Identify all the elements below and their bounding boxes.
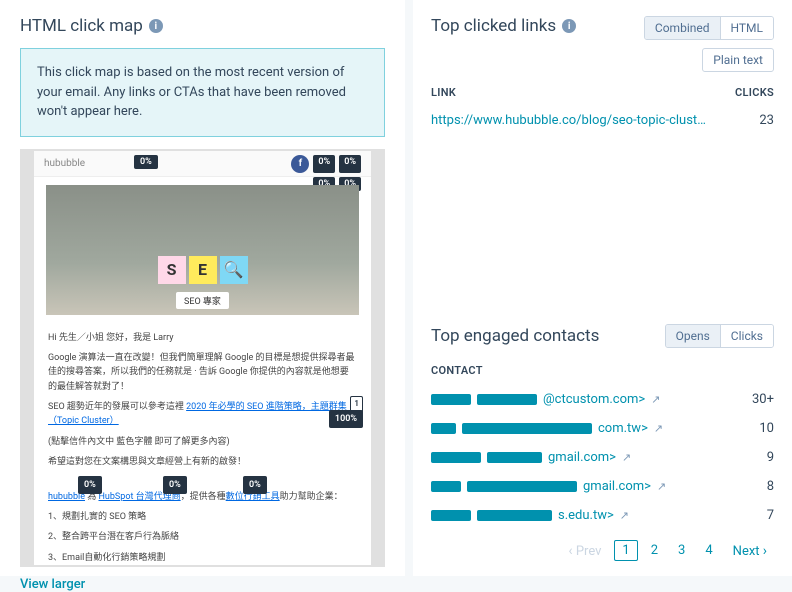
open-count: 7 <box>767 508 774 523</box>
click-badge[interactable]: 0% <box>78 476 102 494</box>
click-map-notice: This click map is based on the most rece… <box>20 48 385 137</box>
greeting: Hi 先生／小姐 您好，我是 Larry <box>48 331 357 345</box>
para3: 希望這對您在文案構思與文章經營上有新的啟發！ <box>48 455 357 469</box>
click-map-title-text: HTML click map <box>20 16 143 36</box>
contact-row: @ctcustom.com> ↗ 30+ <box>431 385 774 414</box>
para2: SEO 趨勢近年的發展可以參考這裡 2020 年必學的 SEO 進階策略，主題群… <box>48 400 357 429</box>
engaged-tabs: Opens Clicks <box>665 324 774 348</box>
seo-blocks: S E 🔍 <box>158 256 248 284</box>
col-contact: CONTACT <box>431 364 483 377</box>
page-4[interactable]: 4 <box>698 541 719 560</box>
contact-email[interactable]: com.tw> ↗ <box>431 421 663 436</box>
block-o: 🔍 <box>220 256 248 284</box>
link-url[interactable]: https://www.hububble.co/blog/seo-topic-c… <box>431 113 711 128</box>
click-badge[interactable]: 0% <box>163 476 187 494</box>
social-badges: f 0% 0% <box>291 155 361 173</box>
logo: hububble <box>44 158 85 169</box>
pagination: ‹ Prev 1 2 3 4 Next › <box>431 540 774 561</box>
click-badge[interactable]: 0% <box>313 155 335 173</box>
external-link-icon[interactable]: ↗ <box>620 509 629 522</box>
view-larger-link[interactable]: View larger <box>20 577 385 592</box>
li2: 2、整合跨平台潛在客戶行為脈絡 <box>48 530 357 544</box>
contacts-table-header: CONTACT <box>431 364 774 385</box>
contact-email[interactable]: gmail.com> ↗ <box>431 479 666 494</box>
link-row: https://www.hububble.co/blog/seo-topic-c… <box>431 107 774 134</box>
contact-row: gmail.com> ↗ 9 <box>431 443 774 472</box>
external-link-icon[interactable]: ↗ <box>654 422 663 435</box>
open-count: 10 <box>759 421 774 436</box>
tab-clicks[interactable]: Clicks <box>721 325 773 347</box>
click-map-panel: HTML click map i This click map is based… <box>0 0 405 576</box>
click-badge[interactable]: 0% <box>339 155 361 173</box>
click-map-title: HTML click map i <box>20 16 385 36</box>
li1: 1、規劃扎實的 SEO 策略 <box>48 510 357 524</box>
engaged-title: Top engaged contacts <box>431 326 599 346</box>
email-preview: hububble 0% f 0% 0% 0% 0% S E 🔍 SEO 專家 <box>20 149 385 567</box>
contact-row: gmail.com> ↗ 8 <box>431 472 774 501</box>
email-body: Hi 先生／小姐 您好，我是 Larry Google 演算法一直在改變！但我們… <box>34 323 371 567</box>
open-count: 30+ <box>752 392 774 407</box>
col-clicks: CLICKS <box>735 86 774 99</box>
tab-opens[interactable]: Opens <box>666 325 721 347</box>
external-link-icon[interactable]: ↗ <box>657 480 666 493</box>
next-button[interactable]: Next › <box>726 541 774 561</box>
open-count: 8 <box>767 479 774 494</box>
contact-email[interactable]: gmail.com> ↗ <box>431 450 631 465</box>
tab-plain[interactable]: Plain text <box>702 48 774 72</box>
para1: Google 演算法一直在改變！但我們簡單理解 Google 的目標是想提供探尋… <box>48 351 357 394</box>
col-link: LINK <box>431 86 456 99</box>
li3: 3、Email自動化行銷策略規劃 <box>48 551 357 565</box>
top-links-header: Top clicked links i Combined HTML <box>431 16 774 40</box>
prev-button[interactable]: ‹ Prev <box>561 541 608 561</box>
hero-image: S E 🔍 SEO 專家 <box>46 185 359 315</box>
click-badge[interactable]: 0% <box>243 476 267 494</box>
page-3[interactable]: 3 <box>671 541 692 560</box>
hero-caption: SEO 專家 <box>176 292 229 309</box>
contact-email[interactable]: s.edu.tw> ↗ <box>431 508 629 523</box>
links-table-header: LINK CLICKS <box>431 86 774 107</box>
link-type-tabs: Combined HTML <box>644 16 774 40</box>
external-link-icon[interactable]: ↗ <box>651 393 660 406</box>
tab-combined[interactable]: Combined <box>645 17 721 39</box>
page-2[interactable]: 2 <box>644 541 665 560</box>
click-badge[interactable]: 0% <box>134 155 158 169</box>
tab-html[interactable]: HTML <box>721 17 774 39</box>
top-links-title: Top clicked links <box>431 16 556 36</box>
open-count: 9 <box>767 450 774 465</box>
click-badge[interactable]: 100% <box>329 410 363 428</box>
info-icon[interactable]: i <box>562 19 576 33</box>
right-panel: Top clicked links i Combined HTML Plain … <box>413 0 792 576</box>
facebook-icon[interactable]: f <box>291 155 309 173</box>
block-s: S <box>158 256 186 284</box>
page-1[interactable]: 1 <box>614 540 637 561</box>
external-link-icon[interactable]: ↗ <box>622 451 631 464</box>
contact-email[interactable]: @ctcustom.com> ↗ <box>431 392 660 407</box>
info-icon[interactable]: i <box>149 19 163 33</box>
contact-row: s.edu.tw> ↗ 7 <box>431 501 774 530</box>
engaged-header: Top engaged contacts Opens Clicks <box>431 324 774 348</box>
block-e: E <box>189 256 217 284</box>
link-clicks: 23 <box>759 113 774 128</box>
note: (點擊信件內文中 藍色字體 即可了解更多內容) <box>48 435 357 449</box>
contact-row: com.tw> ↗ 10 <box>431 414 774 443</box>
